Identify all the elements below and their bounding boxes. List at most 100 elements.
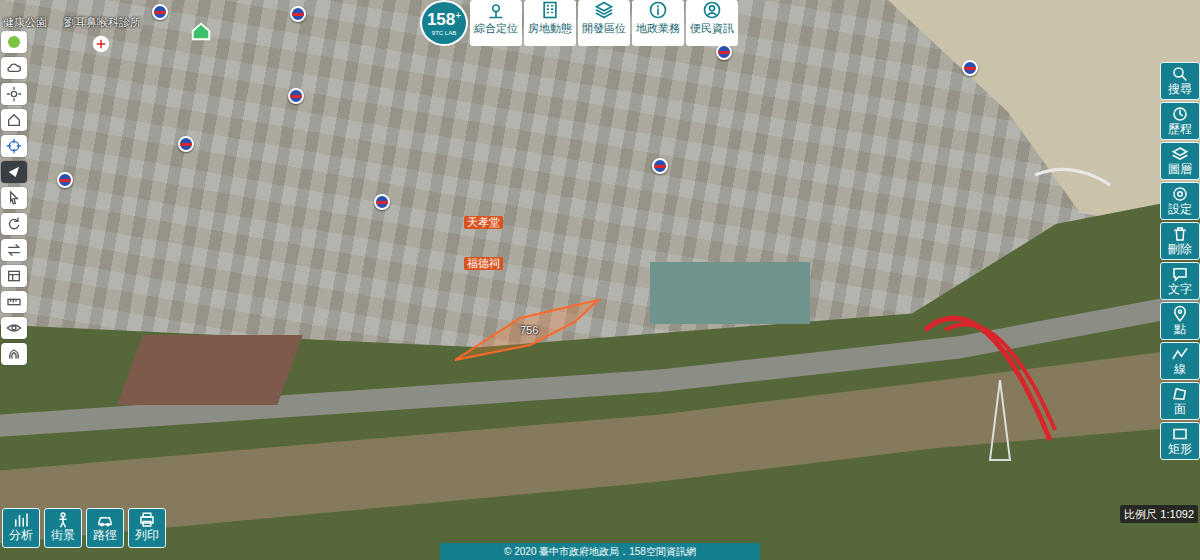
left-tool-button[interactable] <box>1 31 27 53</box>
compass-icon <box>6 164 22 180</box>
tennis-court <box>117 335 302 405</box>
swap-icon <box>6 242 22 258</box>
chart-icon <box>12 511 30 529</box>
map-label: 天孝堂 <box>464 216 503 229</box>
right-tool-button[interactable]: 矩形 <box>1160 422 1200 460</box>
map-marker-icon[interactable] <box>652 158 668 174</box>
left-tool-button[interactable] <box>1 161 27 183</box>
left-tool-button[interactable] <box>1 265 27 287</box>
eye-icon <box>6 320 22 336</box>
right-tool-label: 搜尋 <box>1168 83 1192 96</box>
bottom-tool-button[interactable]: 路徑 <box>86 508 124 548</box>
top-menu-label: 綜合定位 <box>474 20 518 37</box>
trash-icon <box>1171 225 1189 243</box>
left-tool-button[interactable] <box>1 213 27 235</box>
bottom-tool-label: 分析 <box>9 529 33 542</box>
right-tool-button[interactable]: 點 <box>1160 302 1200 340</box>
history-icon <box>1171 105 1189 123</box>
right-tool-label: 面 <box>1174 403 1186 416</box>
left-toolbar <box>1 31 27 365</box>
house-icon <box>190 20 212 42</box>
logo-number-text: 158 <box>427 10 455 29</box>
logo-mark: + <box>455 10 461 21</box>
hospital-icon <box>92 35 110 53</box>
top-menu-button[interactable]: 房地動態 <box>524 0 576 46</box>
bottom-tool-button[interactable]: 街景 <box>44 508 82 548</box>
weather-icon <box>6 60 22 76</box>
map-label: 756 <box>520 324 538 337</box>
left-tool-button[interactable] <box>1 343 27 365</box>
building-marker-icon[interactable] <box>190 20 212 42</box>
pointer-icon <box>6 190 22 206</box>
rectangle-icon <box>1171 425 1189 443</box>
left-tool-button[interactable] <box>1 239 27 261</box>
map-label: 劉耳鼻喉科診所 <box>64 16 141 29</box>
top-menu-button[interactable]: 地政業務 <box>632 0 684 46</box>
info-icon <box>648 0 668 20</box>
target-icon <box>6 138 22 154</box>
top-menu-button[interactable]: 便民資訊 <box>686 0 738 46</box>
map-marker-icon[interactable] <box>288 88 304 104</box>
user-icon <box>702 0 722 20</box>
right-tool-label: 圖層 <box>1168 163 1192 176</box>
right-tool-button[interactable]: 歷程 <box>1160 102 1200 140</box>
right-tool-label: 刪除 <box>1168 243 1192 256</box>
map-marker-icon[interactable] <box>374 194 390 210</box>
top-menu-label: 房地動態 <box>528 20 572 37</box>
sun-icon <box>6 86 22 102</box>
left-tool-button[interactable] <box>1 291 27 313</box>
hospital-marker-icon[interactable] <box>92 34 110 53</box>
map-marker-icon[interactable] <box>290 6 306 22</box>
right-tool-button[interactable]: 面 <box>1160 382 1200 420</box>
top-menu-button[interactable]: 開發區位 <box>578 0 630 46</box>
map-marker-icon[interactable] <box>962 60 978 76</box>
fingerprint-icon <box>6 346 22 362</box>
line-icon <box>1171 345 1189 363</box>
right-tool-button[interactable]: 文字 <box>1160 262 1200 300</box>
bottom-tool-button[interactable]: 列印 <box>128 508 166 548</box>
bottom-toolbar: 分析 街景 路徑 列印 <box>2 508 166 548</box>
map-marker-icon[interactable] <box>57 172 73 188</box>
site-logo[interactable]: 158+9TC LAB <box>420 0 468 46</box>
bottom-tool-label: 路徑 <box>93 529 117 542</box>
home-icon <box>6 112 22 128</box>
right-tool-button[interactable]: 設定 <box>1160 182 1200 220</box>
right-tool-button[interactable]: 線 <box>1160 342 1200 380</box>
top-menu: 158+9TC LAB 綜合定位房地動態開發區位地政業務便民資訊 <box>420 0 738 46</box>
warehouse-roof <box>650 262 810 324</box>
bottom-tool-label: 街景 <box>51 529 75 542</box>
bottom-tool-button[interactable]: 分析 <box>2 508 40 548</box>
bottom-tool-label: 列印 <box>135 529 159 542</box>
polygon-icon <box>1171 385 1189 403</box>
top-menu-label: 開發區位 <box>582 20 626 37</box>
left-tool-button[interactable] <box>1 187 27 209</box>
right-tool-label: 文字 <box>1168 283 1192 296</box>
top-menu-button[interactable]: 綜合定位 <box>470 0 522 46</box>
map-label: 健康公園 <box>3 16 47 29</box>
layers-icon <box>594 0 614 20</box>
map-marker-icon[interactable] <box>178 136 194 152</box>
right-tool-button[interactable]: 搜尋 <box>1160 62 1200 100</box>
left-tool-button[interactable] <box>1 135 27 157</box>
left-tool-button[interactable] <box>1 83 27 105</box>
left-tool-button[interactable] <box>1 109 27 131</box>
car-icon <box>96 511 114 529</box>
logo-subtitle: 9TC LAB <box>432 30 456 36</box>
left-tool-button[interactable] <box>1 57 27 79</box>
table-icon <box>6 268 22 284</box>
search-icon <box>1171 65 1189 83</box>
locate-icon <box>486 0 506 20</box>
right-tool-button[interactable]: 圖層 <box>1160 142 1200 180</box>
right-tool-label: 歷程 <box>1168 123 1192 136</box>
rotate-icon <box>6 216 22 232</box>
right-tool-label: 線 <box>1174 363 1186 376</box>
left-tool-button[interactable] <box>1 317 27 339</box>
printer-icon <box>138 511 156 529</box>
right-tool-button[interactable]: 刪除 <box>1160 222 1200 260</box>
footer-copyright: © 2020 臺中市政府地政局．158空間資訊網 <box>440 543 760 560</box>
gear-icon <box>1171 185 1189 203</box>
map-marker-icon[interactable] <box>152 4 168 20</box>
map-marker-icon[interactable] <box>716 44 732 60</box>
map-canvas[interactable] <box>0 0 1200 560</box>
right-tool-label: 設定 <box>1168 203 1192 216</box>
